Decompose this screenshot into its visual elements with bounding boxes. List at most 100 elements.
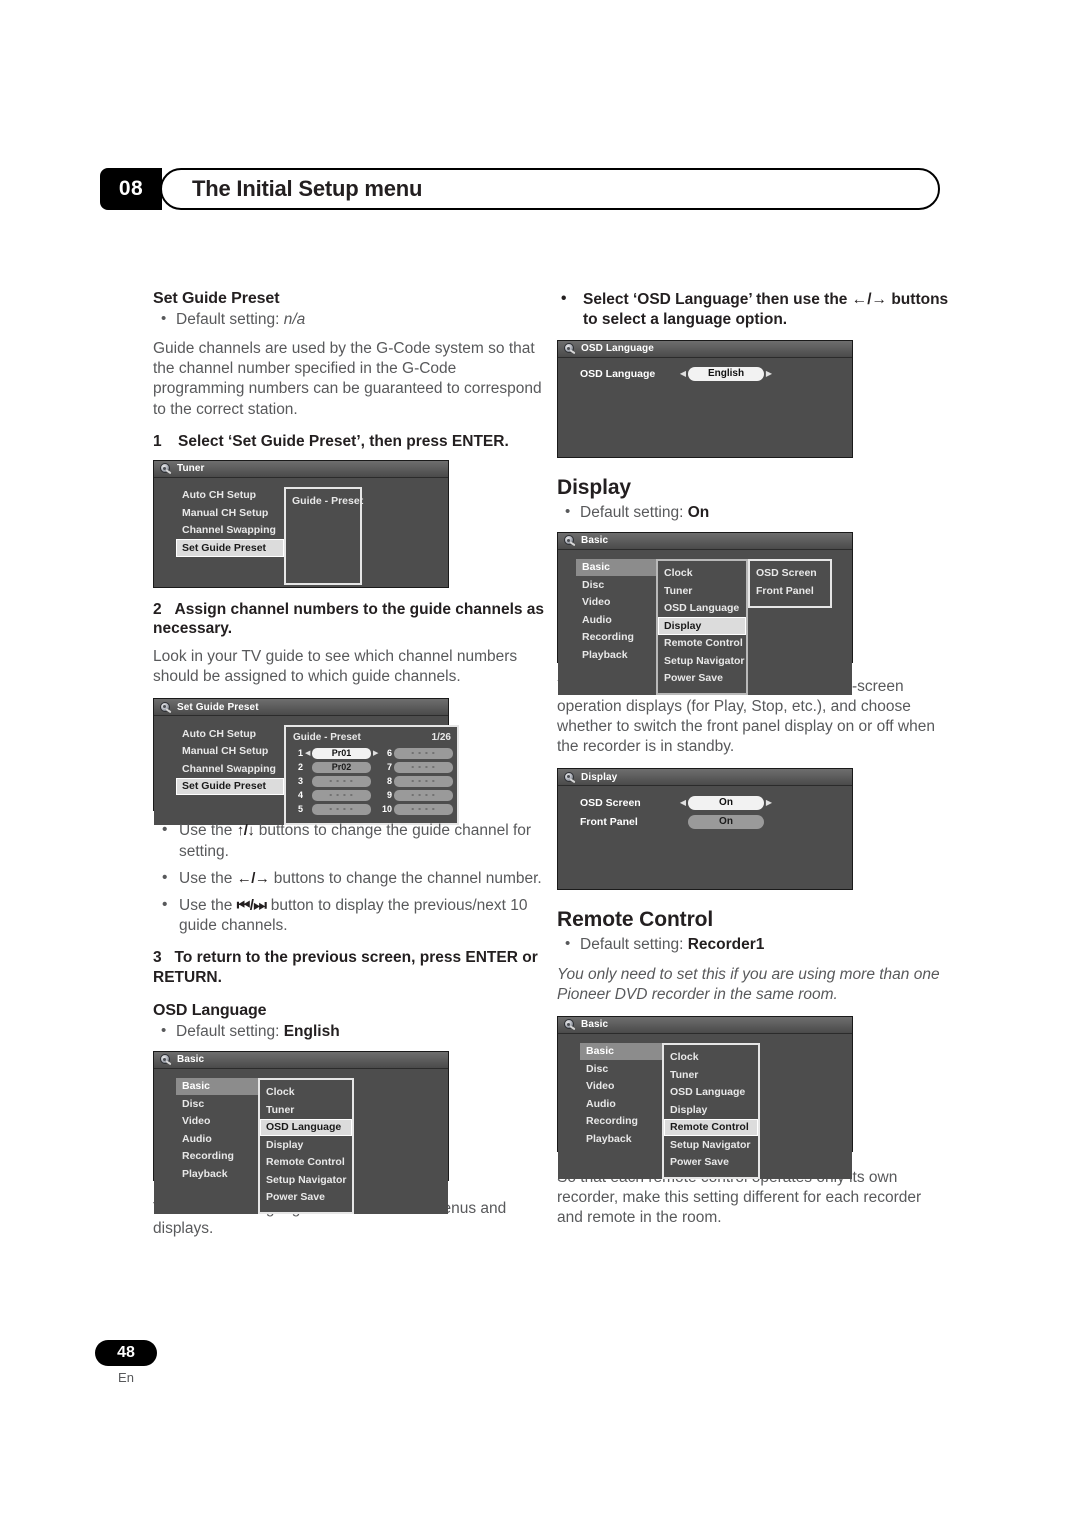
guide-preset-row[interactable]: 7 - - - - [380, 761, 453, 773]
menu-item-set-guide-preset-selected[interactable]: Set Guide Preset [176, 777, 284, 796]
guide-channel-value[interactable]: - - - - [312, 789, 371, 801]
menu-item-power-save[interactable]: Power Save [658, 670, 746, 688]
guide-preset-row[interactable]: 3 ◀ - - - - ▶ [291, 775, 378, 787]
guide-channel-value[interactable]: - - - - [394, 775, 453, 787]
default-setting-label: Default setting: [176, 311, 280, 328]
disc-icon [160, 701, 172, 714]
menu-item-osd-language[interactable]: OSD Language [658, 600, 746, 618]
disc-icon [564, 343, 576, 355]
menu-item-clock[interactable]: Clock [260, 1084, 352, 1102]
default-setting-remote-control: Default setting: Recorder1 [557, 934, 949, 955]
right-arrow-icon[interactable]: ▶ [373, 750, 378, 757]
menu-item-power-save[interactable]: Power Save [664, 1154, 758, 1172]
left-arrow-icon[interactable]: ◀ [678, 798, 688, 807]
menu-item-recording[interactable]: Recording [576, 629, 656, 647]
guide-channel-value[interactable]: Pr01 [312, 747, 371, 759]
setting-row-front-panel[interactable]: Front Panel ◀ On ▶ [580, 814, 852, 829]
setting-value[interactable]: On [688, 814, 764, 829]
guide-channel-number: 4 [297, 790, 303, 801]
menu-item-audio[interactable]: Audio [576, 611, 656, 629]
guide-channel-value[interactable]: Pr02 [312, 761, 371, 773]
right-arrow-icon[interactable]: ▶ [764, 798, 774, 807]
guide-preset-row[interactable]: 5 ◀ - - - - ▶ [291, 803, 378, 815]
menu-item-channel-swapping[interactable]: Channel Swapping [176, 760, 284, 778]
bullet-prefix: Use the [179, 896, 237, 914]
menu-item-setup-navigator[interactable]: Setup Navigator [658, 652, 746, 670]
menu-item-setup-navigator[interactable]: Setup Navigator [260, 1171, 352, 1189]
setting-value[interactable]: English [688, 367, 764, 382]
osd-content: Auto CH Setup Manual CH Setup Channel Sw… [176, 725, 459, 826]
menu-item-power-save[interactable]: Power Save [260, 1189, 352, 1207]
menu-item-display[interactable]: Display [664, 1101, 758, 1119]
disc-icon [564, 771, 576, 784]
menu-item-tuner[interactable]: Tuner [260, 1101, 352, 1119]
menu-item-display[interactable]: Display [260, 1136, 352, 1154]
guide-channel-value[interactable]: - - - - [394, 803, 453, 815]
guide-channel-value[interactable]: - - - - [312, 775, 371, 787]
default-setting-osd-language: Default setting: English [153, 1021, 545, 1042]
right-arrow-icon[interactable]: ▶ [764, 370, 774, 378]
osd-body: Auto CH Setup Manual CH Setup Channel Sw… [154, 716, 459, 826]
menu-item-channel-swapping[interactable]: Channel Swapping [176, 522, 284, 540]
guide-preset-row[interactable]: 1 ◀ Pr01 ▶ [291, 747, 378, 759]
menu-item-basic-selected[interactable]: Basic [176, 1077, 258, 1096]
setting-value[interactable]: On [688, 795, 764, 810]
guide-channel-value[interactable]: - - - - [394, 761, 453, 773]
menu-item-recording[interactable]: Recording [176, 1148, 258, 1166]
menu-item-osd-language[interactable]: OSD Language [664, 1084, 758, 1102]
menu-item-front-panel[interactable]: Front Panel [750, 582, 830, 600]
menu-item-display-selected[interactable]: Display [658, 617, 746, 635]
default-setting-set-guide-preset: Default setting: n/a [153, 309, 545, 330]
menu-item-remote-control-selected[interactable]: Remote Control [664, 1118, 758, 1137]
menu-item-disc[interactable]: Disc [580, 1060, 662, 1078]
guide-preset-row[interactable]: 8 - - - - [380, 775, 453, 787]
guide-channel-number: 10 [381, 804, 392, 815]
menu-item-video[interactable]: Video [576, 594, 656, 612]
menu-item-disc[interactable]: Disc [576, 576, 656, 594]
guide-channel-value[interactable]: - - - - [394, 789, 453, 801]
menu-item-remote-control[interactable]: Remote Control [658, 635, 746, 653]
language-code: En [118, 1370, 134, 1385]
menu-item-basic-selected[interactable]: Basic [576, 558, 656, 577]
menu-item-clock[interactable]: Clock [658, 565, 746, 583]
menu-item-playback[interactable]: Playback [576, 646, 656, 664]
left-arrow-icon[interactable]: ◀ [305, 750, 310, 757]
menu-item-audio[interactable]: Audio [176, 1130, 258, 1148]
menu-item-remote-control[interactable]: Remote Control [260, 1154, 352, 1172]
guide-preset-row[interactable]: 6 - - - - [380, 747, 453, 759]
guide-channel-value[interactable]: - - - - [394, 747, 453, 759]
menu-item-auto-ch-setup[interactable]: Auto CH Setup [176, 487, 284, 505]
menu-item-basic-selected[interactable]: Basic [580, 1042, 662, 1061]
menu-item-setup-navigator[interactable]: Setup Navigator [664, 1136, 758, 1154]
guide-preset-grid-right: 6 - - - - 7 - - - - 8 - - - - 9 - - - - … [380, 747, 453, 817]
menu-item-auto-ch-setup[interactable]: Auto CH Setup [176, 725, 284, 743]
list-item: Use the ⏮/⏭ button to display the previo… [153, 895, 545, 936]
menu-item-manual-ch-setup[interactable]: Manual CH Setup [176, 504, 284, 522]
menu-item-osd-language-selected[interactable]: OSD Language [260, 1118, 352, 1137]
menu-item-video[interactable]: Video [176, 1113, 258, 1131]
guide-preset-row[interactable]: 9 - - - - [380, 789, 453, 801]
guide-preset-panel-header: Guide - Preset 1/26 [286, 731, 457, 747]
menu-item-set-guide-preset-selected[interactable]: Set Guide Preset [176, 539, 284, 557]
guide-channel-value[interactable]: - - - - [312, 803, 371, 815]
guide-channel-number: 8 [386, 776, 392, 787]
osd-menu-column-2: Clock Tuner OSD Language Display Remote … [656, 558, 748, 696]
setting-row-osd-screen[interactable]: OSD Screen ◀ On ▶ [580, 795, 852, 810]
menu-item-clock[interactable]: Clock [664, 1049, 758, 1067]
menu-item-disc[interactable]: Disc [176, 1095, 258, 1113]
menu-item-osd-screen[interactable]: OSD Screen [750, 565, 830, 583]
guide-preset-row[interactable]: 4 ◀ - - - - ▶ [291, 789, 378, 801]
menu-item-playback[interactable]: Playback [176, 1165, 258, 1183]
setting-label: OSD Language [580, 368, 656, 381]
menu-item-manual-ch-setup[interactable]: Manual CH Setup [176, 743, 284, 761]
menu-item-tuner[interactable]: Tuner [664, 1066, 758, 1084]
menu-item-playback[interactable]: Playback [580, 1130, 662, 1148]
menu-item-video[interactable]: Video [580, 1078, 662, 1096]
guide-preset-row[interactable]: 10 - - - - [380, 803, 453, 815]
guide-preset-row[interactable]: 2 ◀ Pr02 ▶ [291, 761, 378, 773]
menu-item-audio[interactable]: Audio [580, 1095, 662, 1113]
setting-row-osd-language[interactable]: OSD Language ◀ English ▶ [580, 367, 852, 382]
menu-item-recording[interactable]: Recording [580, 1113, 662, 1131]
menu-item-tuner[interactable]: Tuner [658, 582, 746, 600]
left-arrow-icon[interactable]: ◀ [678, 370, 688, 378]
